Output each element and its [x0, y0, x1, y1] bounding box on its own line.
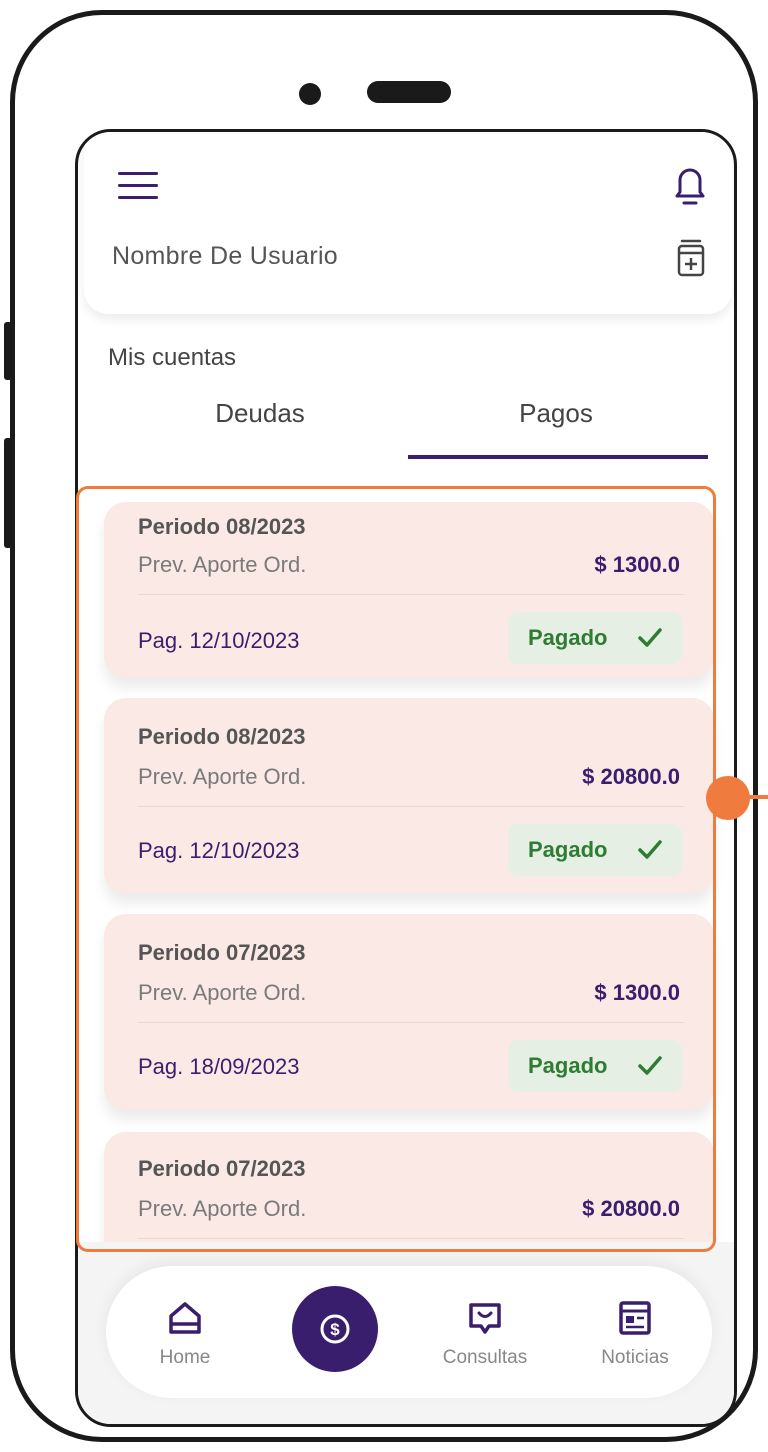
amount-label: $ 20800.0 [582, 764, 680, 789]
account-tabs: Deudas Pagos [78, 398, 734, 468]
check-icon [638, 628, 662, 647]
check-icon [638, 1056, 662, 1075]
news-icon [619, 1301, 651, 1335]
period-label: Periodo 07/2023 [138, 940, 306, 965]
front-camera [299, 83, 321, 105]
check-icon [638, 840, 662, 859]
status-label: Pagado [528, 837, 608, 862]
speaker-grille [367, 81, 451, 103]
payment-date: Pag. 12/10/2023 [138, 628, 300, 653]
concept-label: Prev. Aporte Ord. [138, 1196, 307, 1221]
concept-label: Prev. Aporte Ord. [138, 764, 307, 789]
nav-noticias[interactable]: Noticias [580, 1300, 690, 1369]
app-header: Nombre De Usuario [84, 132, 732, 314]
user-name: Nombre De Usuario [112, 242, 339, 270]
status-label: Pagado [528, 625, 608, 650]
phone-frame: Nombre De Usuario Mis cuentas Deudas Pag… [10, 10, 758, 1442]
payment-card[interactable]: Periodo 08/2023 Prev. Aporte Ord. $ 1300… [104, 502, 714, 678]
status-badge: Pagado [508, 1040, 682, 1092]
nav-consultas[interactable]: Consultas [430, 1300, 540, 1369]
bell-icon[interactable] [670, 162, 710, 208]
payment-fab-button[interactable]: $ [292, 1286, 378, 1372]
payment-card[interactable]: Periodo 07/2023 Prev. Aporte Ord. $ 1300… [104, 914, 714, 1110]
nav-home[interactable]: Home [130, 1300, 240, 1369]
status-label: Pagado [528, 1053, 608, 1078]
card-divider [138, 1022, 684, 1023]
period-label: Periodo 08/2023 [138, 724, 306, 749]
concept-label: Prev. Aporte Ord. [138, 980, 307, 1005]
nav-noticias-label: Noticias [601, 1347, 669, 1368]
active-tab-indicator [408, 455, 708, 459]
payments-list[interactable]: Periodo 08/2023 Prev. Aporte Ord. $ 1300… [92, 502, 732, 1268]
menu-icon[interactable] [118, 168, 162, 204]
chat-icon [469, 1303, 501, 1334]
payment-date: Pag. 18/09/2023 [138, 1054, 300, 1079]
annotation-leader-line [740, 795, 768, 799]
payment-date: Pag. 12/10/2023 [138, 838, 300, 863]
section-title: Mis cuentas [108, 344, 237, 371]
card-divider [138, 1238, 684, 1239]
svg-text:$: $ [330, 1320, 340, 1339]
nav-consultas-label: Consultas [442, 1347, 528, 1368]
card-divider [138, 806, 684, 807]
amount-label: $ 1300.0 [594, 980, 680, 1005]
bottom-navigation: Home $ Consultas Noticias [106, 1266, 712, 1398]
concept-label: Prev. Aporte Ord. [138, 552, 307, 577]
status-badge: Pagado [508, 824, 682, 876]
dollar-coin-icon: $ [320, 1314, 350, 1344]
nav-home-label: Home [159, 1347, 211, 1368]
payment-card[interactable]: Periodo 08/2023 Prev. Aporte Ord. $ 2080… [104, 698, 714, 894]
amount-label: $ 20800.0 [582, 1196, 680, 1221]
app-screen: Nombre De Usuario Mis cuentas Deudas Pag… [75, 129, 737, 1427]
home-icon [169, 1302, 201, 1334]
calculator-icon[interactable] [674, 238, 708, 278]
card-divider [138, 594, 684, 595]
amount-label: $ 1300.0 [594, 552, 680, 577]
period-label: Periodo 07/2023 [138, 1156, 306, 1181]
tab-deudas[interactable]: Deudas [112, 398, 408, 429]
tab-pagos[interactable]: Pagos [408, 398, 704, 429]
period-label: Periodo 08/2023 [138, 514, 306, 539]
status-badge: Pagado [508, 612, 682, 664]
